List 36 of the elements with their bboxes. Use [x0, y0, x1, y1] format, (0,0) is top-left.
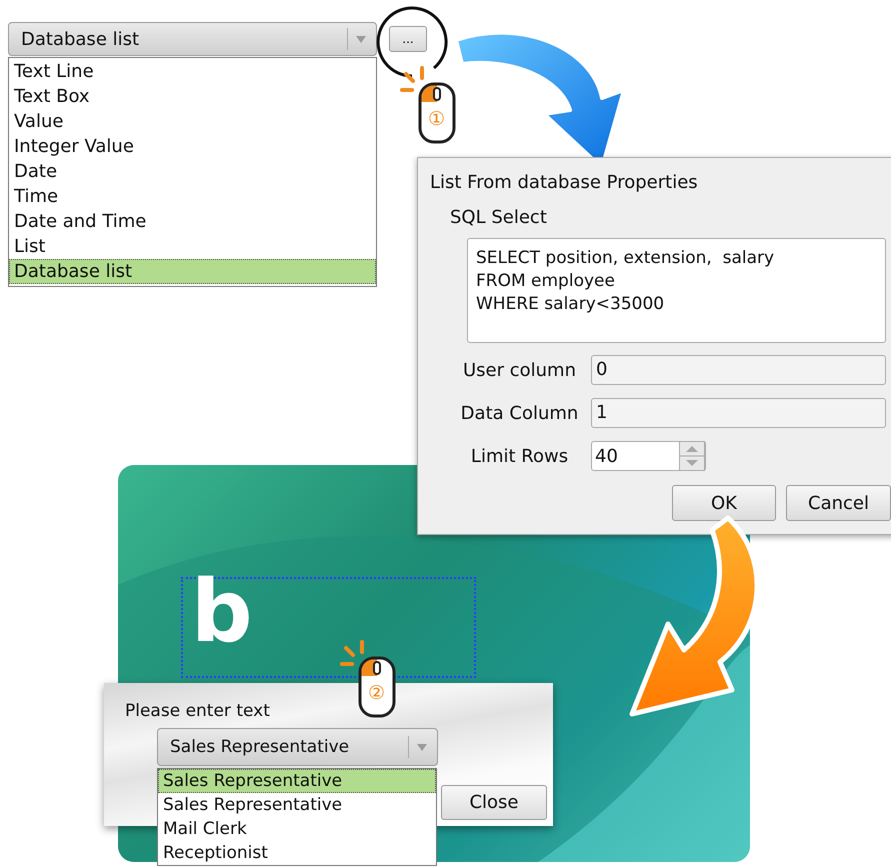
mouse-click-icon: [398, 66, 458, 146]
choice-dropdown[interactable]: Sales Representative: [157, 728, 438, 766]
list-option[interactable]: Receptionist: [158, 841, 436, 865]
list-option[interactable]: Date: [9, 159, 376, 184]
list-option[interactable]: Time: [9, 184, 376, 209]
prompt-label: Please enter text: [125, 701, 270, 721]
dialog-button[interactable]: OK: [672, 485, 776, 521]
list-option[interactable]: Text Line: [9, 59, 376, 84]
spin-arrows-icon[interactable]: [679, 441, 705, 471]
field-label: Limit Rows: [470, 446, 570, 466]
step-number: ②: [368, 684, 386, 703]
caret-icon: [356, 36, 366, 42]
list-option[interactable]: Text Box: [9, 84, 376, 109]
input-field[interactable]: 1: [591, 398, 886, 428]
caret-icon: [417, 744, 427, 750]
close-button[interactable]: Close: [441, 785, 547, 820]
step-number: ①: [428, 110, 446, 129]
field-label: Data Column: [460, 402, 580, 424]
type-dropdown[interactable]: Database list: [8, 22, 377, 56]
mouse-click-icon: [338, 640, 398, 720]
browse-button[interactable]: ...: [389, 26, 427, 52]
list-option[interactable]: Database list: [9, 259, 376, 284]
list-option[interactable]: List: [9, 234, 376, 259]
list-option[interactable]: Mail Clerk: [158, 817, 436, 841]
dialog-button[interactable]: Cancel: [786, 485, 891, 521]
field-label: User column: [462, 360, 577, 380]
dialog-title: List From database Properties: [430, 172, 698, 193]
list-option[interactable]: Date and Time: [9, 209, 376, 234]
field-label: SQL Select: [450, 207, 547, 228]
list-option[interactable]: Value: [9, 109, 376, 134]
list-option[interactable]: Sales Representative: [158, 793, 436, 817]
input-field[interactable]: 0: [591, 355, 886, 385]
list-option[interactable]: Integer Value: [9, 134, 376, 159]
spin-box[interactable]: 40: [591, 441, 706, 471]
sql-text-area[interactable]: SELECT position, extension, salary FROM employee WHERE salary<35000: [467, 238, 886, 343]
list-option[interactable]: Sales Representative: [158, 769, 436, 793]
